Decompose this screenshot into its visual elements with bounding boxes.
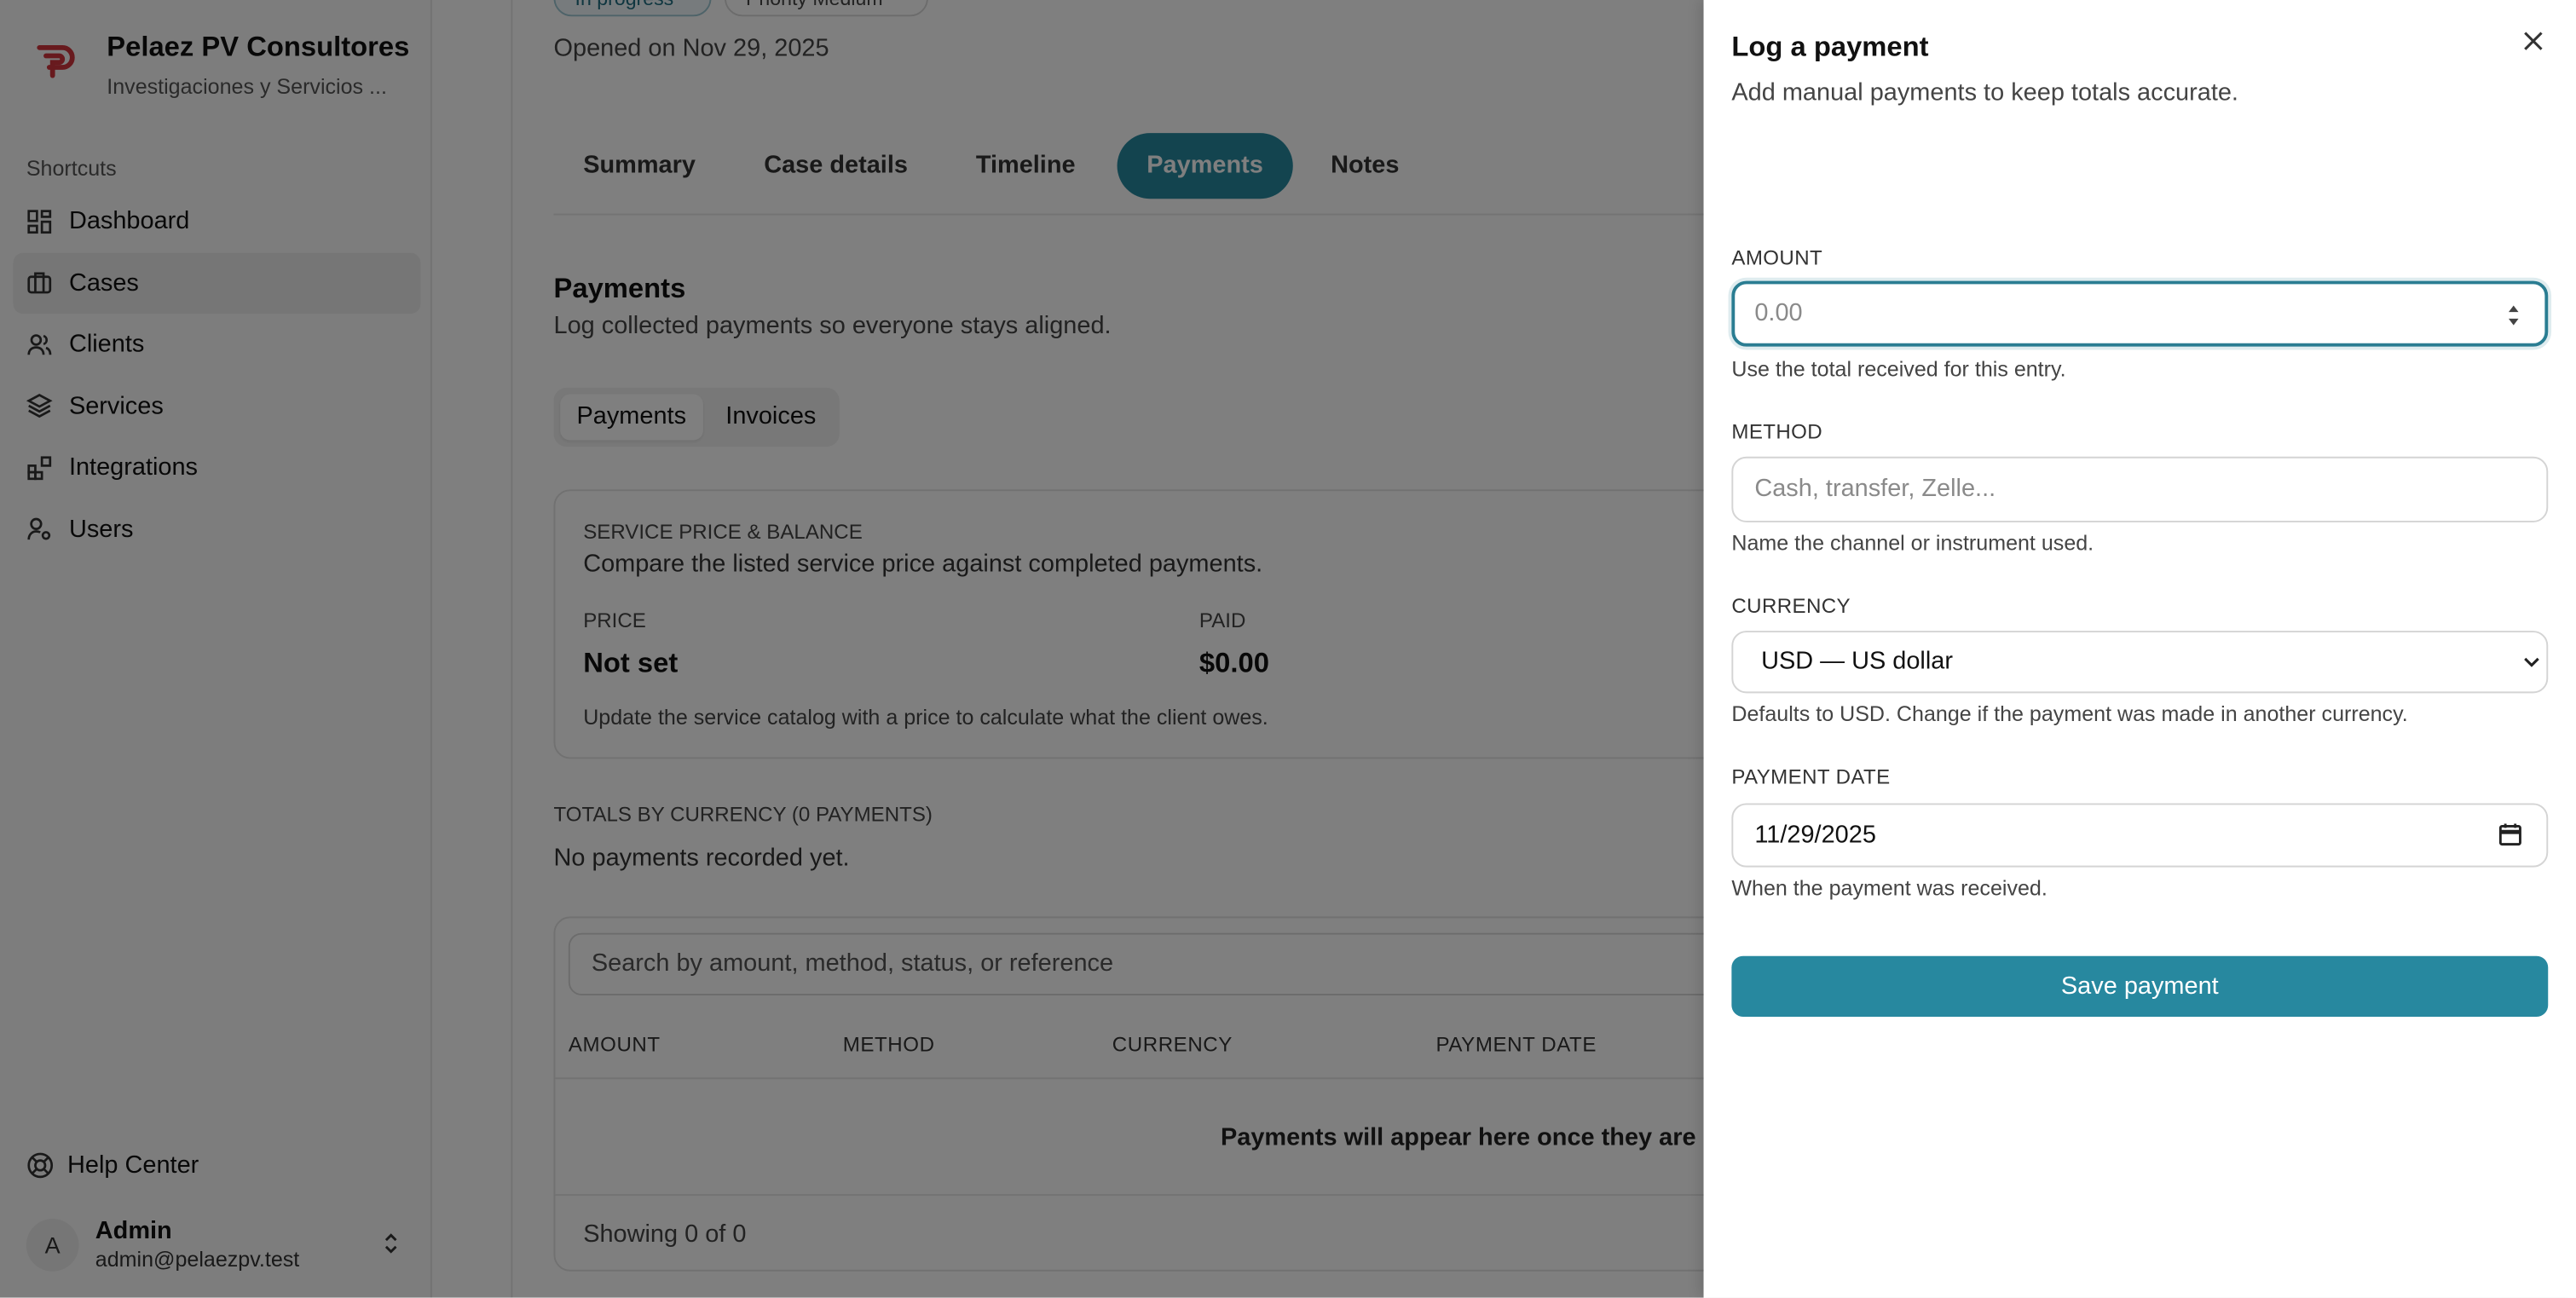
drawer-title: Log a payment [1731, 31, 1929, 63]
payment-date-value: 11/29/2025 [1754, 821, 1876, 850]
currency-hint: Defaults to USD. Change if the payment w… [1731, 701, 2408, 726]
app-root: Pelaez PV Consultores Investigaciones y … [0, 0, 2576, 1298]
calendar-icon[interactable] [2497, 822, 2523, 848]
method-label: METHOD [1731, 420, 1823, 444]
amount-input[interactable]: 0.00 [1731, 280, 2549, 347]
amount-placeholder: 0.00 [1754, 298, 1803, 327]
currency-value: USD — US dollar [1761, 647, 1953, 676]
method-placeholder: Cash, transfer, Zelle... [1754, 474, 1996, 503]
amount-hint: Use the total received for this entry. [1731, 356, 2066, 382]
log-payment-drawer: Log a payment Add manual payments to kee… [1703, 0, 2576, 1298]
payment-date-label: PAYMENT DATE [1731, 765, 1891, 789]
drawer-subtitle: Add manual payments to keep totals accur… [1731, 78, 2238, 107]
modal-overlay[interactable] [0, 0, 1704, 1298]
currency-label: CURRENCY [1731, 594, 1851, 618]
number-spinner-icon[interactable] [2505, 299, 2521, 332]
payment-date-hint: When the payment was received. [1731, 875, 2048, 901]
save-payment-button[interactable]: Save payment [1731, 955, 2549, 1017]
method-input[interactable]: Cash, transfer, Zelle... [1731, 456, 2549, 522]
method-hint: Name the channel or instrument used. [1731, 530, 2094, 556]
close-icon[interactable] [2519, 26, 2549, 56]
payment-date-input[interactable]: 11/29/2025 [1731, 803, 2549, 868]
currency-select[interactable]: USD — US dollar [1731, 631, 2549, 694]
chevron-down-icon [2524, 657, 2539, 667]
amount-label: AMOUNT [1731, 246, 1823, 270]
